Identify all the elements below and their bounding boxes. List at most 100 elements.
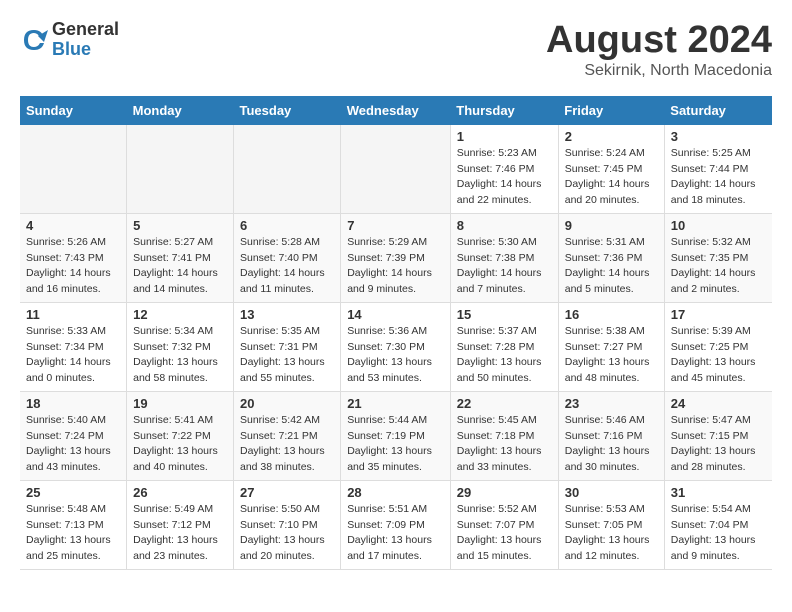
day-info: Sunrise: 5:29 AMSunset: 7:39 PMDaylight:… (347, 235, 444, 298)
calendar-cell: 13Sunrise: 5:35 AMSunset: 7:31 PMDayligh… (234, 302, 341, 391)
day-number: 10 (671, 218, 766, 233)
calendar-cell: 4 Sunrise: 5:26 AMSunset: 7:43 PMDaylight… (20, 213, 127, 302)
day-info: Sunrise: 5:26 AMSunset: 7:43 PMDaylight:… (26, 235, 120, 298)
week-row-1: 1 Sunrise: 5:23 AMSunset: 7:46 PMDaylight… (20, 125, 772, 214)
calendar-cell: 18 Sunrise: 5:40 AMSunset: 7:24 PMDayligh… (20, 391, 127, 480)
calendar-cell: 14Sunrise: 5:36 AMSunset: 7:30 PMDayligh… (341, 302, 451, 391)
day-number: 18 (26, 396, 120, 411)
calendar-cell: 6 Sunrise: 5:28 AMSunset: 7:40 PMDaylight… (234, 213, 341, 302)
day-number: 20 (240, 396, 334, 411)
day-number: 21 (347, 396, 444, 411)
calendar-cell: 25Sunrise: 5:48 AMSunset: 7:13 PMDayligh… (20, 480, 127, 569)
day-number: 9 (565, 218, 658, 233)
calendar-cell: 17 Sunrise: 5:39 AMSunset: 7:25 PMDayligh… (664, 302, 772, 391)
week-row-4: 18 Sunrise: 5:40 AMSunset: 7:24 PMDayligh… (20, 391, 772, 480)
day-number: 19 (133, 396, 227, 411)
day-number: 27 (240, 485, 334, 500)
day-number: 3 (671, 129, 766, 144)
day-info: Sunrise: 5:38 AMSunset: 7:27 PMDaylight:… (565, 324, 658, 387)
day-number: 4 (26, 218, 120, 233)
header-tuesday: Tuesday (234, 96, 341, 125)
header-monday: Monday (127, 96, 234, 125)
day-info: Sunrise: 5:37 AMSunset: 7:28 PMDaylight:… (457, 324, 552, 387)
calendar-cell: 29Sunrise: 5:52 AMSunset: 7:07 PMDayligh… (450, 480, 558, 569)
calendar-cell (234, 125, 341, 214)
day-info: Sunrise: 5:42 AMSunset: 7:21 PMDaylight:… (240, 413, 334, 476)
day-info: Sunrise: 5:45 AMSunset: 7:18 PMDaylight:… (457, 413, 552, 476)
week-row-5: 25Sunrise: 5:48 AMSunset: 7:13 PMDayligh… (20, 480, 772, 569)
day-number: 30 (565, 485, 658, 500)
day-info: Sunrise: 5:41 AMSunset: 7:22 PMDaylight:… (133, 413, 227, 476)
calendar-cell: 20 Sunrise: 5:42 AMSunset: 7:21 PMDayligh… (234, 391, 341, 480)
day-info: Sunrise: 5:23 AMSunset: 7:46 PMDaylight:… (457, 146, 552, 209)
calendar-cell: 30 Sunrise: 5:53 AMSunset: 7:05 PMDayligh… (558, 480, 664, 569)
logo-icon (20, 26, 48, 54)
day-number: 22 (457, 396, 552, 411)
header-thursday: Thursday (450, 96, 558, 125)
day-info: Sunrise: 5:31 AMSunset: 7:36 PMDaylight:… (565, 235, 658, 298)
page-header: General Blue August 2024 Sekirnik, North… (20, 20, 772, 80)
day-info: Sunrise: 5:24 AMSunset: 7:45 PMDaylight:… (565, 146, 658, 209)
day-info: Sunrise: 5:28 AMSunset: 7:40 PMDaylight:… (240, 235, 334, 298)
logo-blue: Blue (52, 40, 119, 60)
day-number: 6 (240, 218, 334, 233)
day-number: 16 (565, 307, 658, 322)
day-number: 8 (457, 218, 552, 233)
logo-text: General Blue (52, 20, 119, 60)
calendar-cell: 27 Sunrise: 5:50 AMSunset: 7:10 PMDayligh… (234, 480, 341, 569)
week-row-2: 4 Sunrise: 5:26 AMSunset: 7:43 PMDaylight… (20, 213, 772, 302)
calendar-cell: 9 Sunrise: 5:31 AMSunset: 7:36 PMDaylight… (558, 213, 664, 302)
day-info: Sunrise: 5:53 AMSunset: 7:05 PMDaylight:… (565, 502, 658, 565)
calendar-cell: 2Sunrise: 5:24 AMSunset: 7:45 PMDaylight… (558, 125, 664, 214)
calendar-cell (341, 125, 451, 214)
header-saturday: Saturday (664, 96, 772, 125)
day-number: 17 (671, 307, 766, 322)
calendar-cell: 10 Sunrise: 5:32 AMSunset: 7:35 PMDayligh… (664, 213, 772, 302)
day-info: Sunrise: 5:25 AMSunset: 7:44 PMDaylight:… (671, 146, 766, 209)
day-info: Sunrise: 5:32 AMSunset: 7:35 PMDaylight:… (671, 235, 766, 298)
day-info: Sunrise: 5:40 AMSunset: 7:24 PMDaylight:… (26, 413, 120, 476)
calendar-cell: 12 Sunrise: 5:34 AMSunset: 7:32 PMDayligh… (127, 302, 234, 391)
day-info: Sunrise: 5:50 AMSunset: 7:10 PMDaylight:… (240, 502, 334, 565)
day-info: Sunrise: 5:33 AMSunset: 7:34 PMDaylight:… (26, 324, 120, 387)
day-number: 11 (26, 307, 120, 322)
calendar-cell: 11 Sunrise: 5:33 AMSunset: 7:34 PMDayligh… (20, 302, 127, 391)
calendar-cell: 28 Sunrise: 5:51 AMSunset: 7:09 PMDayligh… (341, 480, 451, 569)
calendar-cell: 21 Sunrise: 5:44 AMSunset: 7:19 PMDayligh… (341, 391, 451, 480)
day-info: Sunrise: 5:44 AMSunset: 7:19 PMDaylight:… (347, 413, 444, 476)
calendar-cell: 31 Sunrise: 5:54 AMSunset: 7:04 PMDayligh… (664, 480, 772, 569)
calendar-cell: 7 Sunrise: 5:29 AMSunset: 7:39 PMDaylight… (341, 213, 451, 302)
day-number: 28 (347, 485, 444, 500)
calendar-cell: 24 Sunrise: 5:47 AMSunset: 7:15 PMDayligh… (664, 391, 772, 480)
day-info: Sunrise: 5:34 AMSunset: 7:32 PMDaylight:… (133, 324, 227, 387)
day-number: 31 (671, 485, 766, 500)
calendar-cell: 15Sunrise: 5:37 AMSunset: 7:28 PMDayligh… (450, 302, 558, 391)
day-info: Sunrise: 5:46 AMSunset: 7:16 PMDaylight:… (565, 413, 658, 476)
day-info: Sunrise: 5:52 AMSunset: 7:07 PMDaylight:… (457, 502, 552, 565)
month-title: August 2024 (546, 20, 772, 62)
calendar-cell: 3 Sunrise: 5:25 AMSunset: 7:44 PMDaylight… (664, 125, 772, 214)
day-number: 24 (671, 396, 766, 411)
calendar-cell: 8Sunrise: 5:30 AMSunset: 7:38 PMDaylight… (450, 213, 558, 302)
day-info: Sunrise: 5:39 AMSunset: 7:25 PMDaylight:… (671, 324, 766, 387)
calendar-cell: 16 Sunrise: 5:38 AMSunset: 7:27 PMDayligh… (558, 302, 664, 391)
day-info: Sunrise: 5:51 AMSunset: 7:09 PMDaylight:… (347, 502, 444, 565)
day-info: Sunrise: 5:54 AMSunset: 7:04 PMDaylight:… (671, 502, 766, 565)
day-number: 26 (133, 485, 227, 500)
day-number: 12 (133, 307, 227, 322)
header-sunday: Sunday (20, 96, 127, 125)
day-info: Sunrise: 5:47 AMSunset: 7:15 PMDaylight:… (671, 413, 766, 476)
logo-general: General (52, 20, 119, 40)
day-number: 14 (347, 307, 444, 322)
calendar-cell: 26 Sunrise: 5:49 AMSunset: 7:12 PMDayligh… (127, 480, 234, 569)
day-number: 7 (347, 218, 444, 233)
title-section: August 2024 Sekirnik, North Macedonia (546, 20, 772, 80)
header-wednesday: Wednesday (341, 96, 451, 125)
day-number: 1 (457, 129, 552, 144)
calendar-cell: 23Sunrise: 5:46 AMSunset: 7:16 PMDayligh… (558, 391, 664, 480)
day-info: Sunrise: 5:49 AMSunset: 7:12 PMDaylight:… (133, 502, 227, 565)
header-friday: Friday (558, 96, 664, 125)
calendar-cell (20, 125, 127, 214)
calendar-cell: 5Sunrise: 5:27 AMSunset: 7:41 PMDaylight… (127, 213, 234, 302)
calendar-cell (127, 125, 234, 214)
